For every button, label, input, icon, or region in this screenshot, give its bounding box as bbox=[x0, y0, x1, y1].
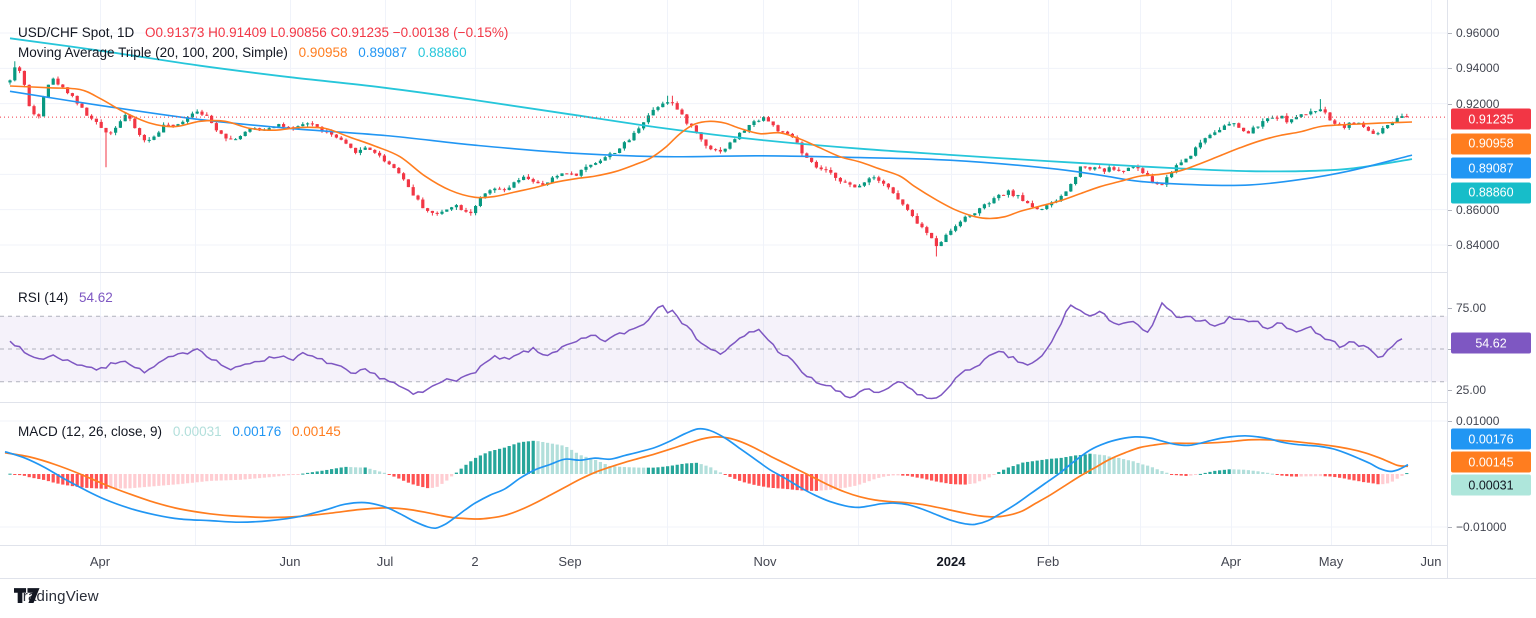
macd-badge: 0.00031 bbox=[1451, 475, 1531, 496]
rsi-value: 54.62 bbox=[79, 290, 113, 305]
axis-tick bbox=[1448, 245, 1452, 246]
symbol-header: USD/CHF Spot, 1D O0.91373 H0.91409 L0.90… bbox=[18, 25, 508, 40]
price-axis-label: 0.86000 bbox=[1456, 203, 1499, 217]
time-axis-label[interactable]: Feb bbox=[1037, 554, 1059, 569]
axis-tick bbox=[1448, 308, 1452, 309]
ma-study-header: Moving Average Triple (20, 100, 200, Sim… bbox=[18, 45, 467, 60]
time-axis-label[interactable]: Apr bbox=[1221, 554, 1241, 569]
ma20-value: 0.90958 bbox=[299, 45, 348, 60]
price-badge: 0.91235 bbox=[1451, 109, 1531, 130]
rsi-header: RSI (14) 54.62 bbox=[18, 290, 113, 305]
macd-badge: 0.00145 bbox=[1451, 452, 1531, 473]
time-axis-label[interactable]: Sep bbox=[558, 554, 581, 569]
axis-tick bbox=[1448, 390, 1452, 391]
axis-tick bbox=[1448, 33, 1452, 34]
macd-signal-value: 0.00145 bbox=[292, 424, 341, 439]
time-axis-label[interactable]: Jun bbox=[1421, 554, 1442, 569]
ma-study-title[interactable]: Moving Average Triple (20, 100, 200, Sim… bbox=[18, 45, 288, 60]
price-badge: 0.89087 bbox=[1451, 158, 1531, 179]
footer-divider bbox=[0, 578, 1536, 579]
time-axis[interactable]: Apr Jun Jul 2 Sep Nov 2024 Feb Apr May Jun bbox=[0, 545, 1536, 578]
macd-line-value: 0.00176 bbox=[232, 424, 281, 439]
time-axis-label[interactable]: Apr bbox=[90, 554, 110, 569]
time-axis-label[interactable]: 2024 bbox=[937, 554, 966, 569]
macd-axis-label: −0.01000 bbox=[1456, 520, 1506, 534]
tradingview-logo-icon bbox=[14, 588, 40, 604]
price-badge: 0.90958 bbox=[1451, 133, 1531, 154]
price-axis-label: 0.84000 bbox=[1456, 238, 1499, 252]
tradingview-logo[interactable]: TradingView bbox=[14, 588, 99, 605]
macd-header: MACD (12, 26, close, 9) 0.00031 0.00176 … bbox=[18, 424, 341, 439]
chart-canvas[interactable] bbox=[0, 0, 1448, 578]
time-axis-label[interactable]: May bbox=[1319, 554, 1344, 569]
time-axis-label[interactable]: Nov bbox=[753, 554, 776, 569]
time-axis-label[interactable]: Jun bbox=[280, 554, 301, 569]
axis-tick bbox=[1448, 68, 1452, 69]
macd-hist-value: 0.00031 bbox=[173, 424, 222, 439]
price-badge: 0.88860 bbox=[1451, 182, 1531, 203]
price-axis[interactable]: 0.960000.940000.920000.860000.8400075.00… bbox=[1448, 0, 1536, 578]
axis-tick bbox=[1448, 104, 1452, 105]
time-axis-label[interactable]: Jul bbox=[377, 554, 394, 569]
tradingview-chart-window: USD/CHF Spot, 1D O0.91373 H0.91409 L0.90… bbox=[0, 0, 1536, 618]
macd-axis-label: 0.01000 bbox=[1456, 414, 1499, 428]
rsi-axis-label: 25.00 bbox=[1456, 383, 1486, 397]
time-axis-label[interactable]: 2 bbox=[471, 554, 478, 569]
ma200-value: 0.88860 bbox=[418, 45, 467, 60]
ohlc-values: O0.91373 H0.91409 L0.90856 C0.91235 −0.0… bbox=[145, 25, 508, 40]
axis-tick bbox=[1448, 421, 1452, 422]
macd-badge: 0.00176 bbox=[1451, 429, 1531, 450]
rsi-title[interactable]: RSI (14) bbox=[18, 290, 68, 305]
axis-tick bbox=[1448, 210, 1452, 211]
ma100-value: 0.89087 bbox=[358, 45, 407, 60]
symbol-title[interactable]: USD/CHF Spot, 1D bbox=[18, 25, 134, 40]
axis-tick bbox=[1448, 527, 1452, 528]
rsi-badge: 54.62 bbox=[1451, 333, 1531, 354]
price-axis-label: 0.94000 bbox=[1456, 61, 1499, 75]
macd-title[interactable]: MACD (12, 26, close, 9) bbox=[18, 424, 162, 439]
rsi-axis-label: 75.00 bbox=[1456, 301, 1486, 315]
price-axis-label: 0.96000 bbox=[1456, 26, 1499, 40]
